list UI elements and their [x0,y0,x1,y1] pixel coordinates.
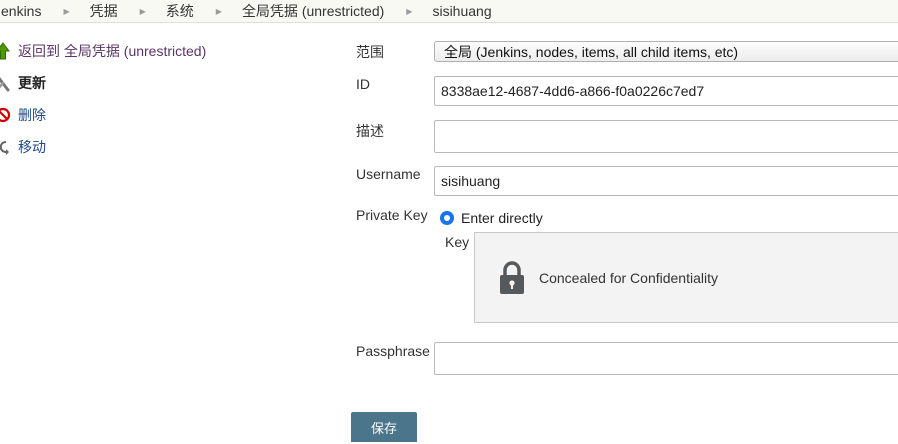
id-input[interactable] [434,76,898,106]
description-label: 描述 [356,123,384,139]
description-input[interactable] [434,120,898,153]
private-key-label: Private Key [356,207,428,223]
enter-directly-radio[interactable] [440,211,454,225]
move-icon [0,138,10,156]
scope-select[interactable]: 全局 (Jenkins, nodes, items, all child ite… [434,41,898,62]
sidebar-item-label[interactable]: 更新 [18,73,46,93]
breadcrumb-item-jenkins[interactable]: Jenkins [0,3,41,19]
breadcrumb-item-system[interactable]: 系统 [166,1,194,21]
up-arrow-icon [0,42,10,60]
breadcrumb-item-global-credentials[interactable]: 全局凭据 (unrestricted) [242,1,384,21]
sidebar-item-delete[interactable]: 删除 [0,104,46,126]
scope-label: 范围 [356,44,384,60]
no-entry-icon [0,106,11,124]
concealed-key-box[interactable]: Concealed for Confidentiality [474,232,898,323]
key-label: Key [445,234,470,250]
passphrase-label: Passphrase [356,343,430,359]
sidebar-item-label[interactable]: 返回到 全局凭据 (unrestricted) [18,41,206,61]
sidebar-item-back[interactable]: 返回到 全局凭据 (unrestricted) [0,40,206,62]
id-label: ID [356,76,370,92]
chevron-right-icon[interactable]: ▶ [140,7,146,16]
username-label: Username [356,166,421,182]
username-input[interactable] [434,166,898,196]
chevron-right-icon[interactable]: ▶ [216,7,222,16]
enter-directly-option[interactable]: Enter directly [440,210,543,226]
sidebar-item-label[interactable]: 删除 [18,105,46,125]
concealed-text: Concealed for Confidentiality [539,269,718,286]
enter-directly-label[interactable]: Enter directly [461,210,543,226]
breadcrumb-item-current[interactable]: sisihuang [432,3,491,19]
sidebar-item-label[interactable]: 移动 [18,137,46,157]
breadcrumb: Jenkins ▶ 凭据 ▶ 系统 ▶ 全局凭据 (unrestricted) … [0,0,898,23]
wrench-icon [0,74,10,92]
lock-icon [499,260,525,295]
breadcrumb-item-credentials[interactable]: 凭据 [90,1,118,21]
scope-selected-value: 全局 (Jenkins, nodes, items, all child ite… [444,44,739,60]
sidebar-item-move[interactable]: 移动 [0,136,46,158]
save-button[interactable]: 保存 [351,412,417,442]
chevron-right-icon[interactable]: ▶ [63,7,69,16]
passphrase-input[interactable] [434,342,898,375]
chevron-right-icon[interactable]: ▶ [406,7,412,16]
sidebar-item-update[interactable]: 更新 [0,72,46,94]
